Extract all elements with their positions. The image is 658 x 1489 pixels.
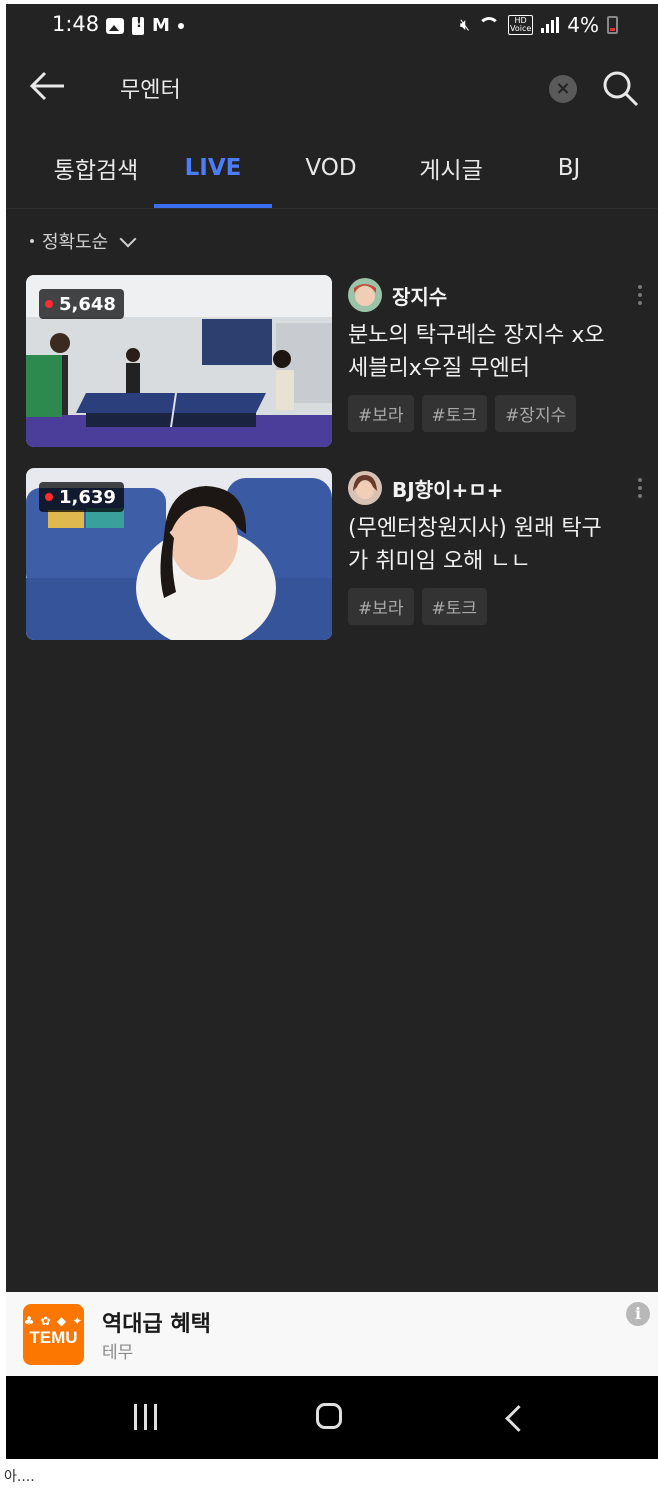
stream-title[interactable]: (무엔터창원지사) 원래 탁구가 취미임 오해 ㄴㄴ	[348, 512, 618, 578]
battery-icon	[607, 16, 618, 34]
tag-chip[interactable]: #토크	[421, 395, 488, 432]
wifi-icon	[477, 17, 500, 33]
mute-icon: 🔇︎	[459, 15, 470, 34]
search-tabs: 통합검색 LIVE VOD 게시글 BJ	[6, 128, 658, 208]
more-notifications-icon	[177, 22, 184, 29]
ad-logo-text: TEMU	[29, 1328, 78, 1347]
stream-item[interactable]: 1,639 BJ향이+ㅁ+ (무엔터창원지사) 원래 탁구가 취미임 오해 ㄴㄴ…	[26, 468, 642, 640]
search-bar: 무엔터 ×	[6, 46, 658, 128]
tag-list: #보라 #토크	[348, 588, 618, 625]
tag-list: #보라 #토크 #장지수	[348, 395, 618, 432]
viewer-count: 5,648	[59, 293, 116, 315]
stream-info: BJ향이+ㅁ+ (무엔터창원지사) 원래 탁구가 취미임 오해 ㄴㄴ #보라 #…	[348, 468, 618, 625]
stream-item[interactable]: 5,648 장지수 분노의 탁구레슨 장지수 x오세블리x우질 무엔터 #보라 …	[26, 275, 642, 447]
chevron-down-icon	[119, 230, 137, 247]
back-arrow-icon[interactable]	[26, 64, 70, 108]
bullet-icon	[30, 239, 34, 243]
status-time: 1:48	[52, 12, 100, 36]
stream-thumbnail[interactable]: 5,648	[26, 275, 332, 447]
clear-search-icon[interactable]: ×	[549, 75, 577, 103]
more-options-icon[interactable]	[638, 285, 644, 305]
tag-chip[interactable]: #보라	[348, 395, 414, 432]
tag-chip[interactable]: #토크	[421, 588, 488, 625]
notification-icons: M	[106, 15, 184, 36]
stream-title[interactable]: 분노의 탁구레슨 장지수 x오세블리x우질 무엔터	[348, 319, 618, 385]
gallery-icon	[106, 17, 124, 34]
streamer-name: 장지수	[392, 284, 448, 309]
status-bar: 1:48 M 🔇︎ HDVoice 4%	[6, 4, 658, 46]
sort-label: 정확도순	[42, 232, 109, 253]
tag-chip[interactable]: #보라	[348, 588, 414, 625]
stream-thumbnail[interactable]: 1,639	[26, 468, 332, 640]
streamer[interactable]: BJ향이+ㅁ+	[348, 468, 618, 508]
more-options-icon[interactable]	[638, 478, 644, 498]
live-dot-icon	[45, 493, 53, 501]
tag-chip[interactable]: #장지수	[495, 395, 577, 432]
tab-vod[interactable]: VOD	[276, 128, 386, 208]
streamer-name: BJ향이+ㅁ+	[392, 477, 504, 502]
gmail-icon: M	[152, 15, 170, 36]
app-screen: 1:48 M 🔇︎ HDVoice 4% 무엔터 ×	[6, 4, 658, 1459]
streamer[interactable]: 장지수	[348, 275, 618, 315]
hd-voice-icon: HD Voice	[507, 15, 534, 35]
ad-advertiser: 테무	[102, 1343, 134, 1363]
avatar[interactable]	[348, 471, 382, 505]
back-nav-icon[interactable]	[505, 1405, 532, 1432]
battery-percent: 4%	[567, 13, 599, 37]
temu-logo[interactable]: ♣ ✿ ◆ ✦ TEMU	[23, 1304, 84, 1365]
stream-info: 장지수 분노의 탁구레슨 장지수 x오세블리x우질 무엔터 #보라 #토크 #장…	[348, 275, 618, 432]
search-icon[interactable]	[600, 68, 640, 108]
post-caption: 아....	[4, 1469, 35, 1485]
ad-banner[interactable]: ♣ ✿ ◆ ✦ TEMU 역대급 혜택 테무 i	[6, 1292, 658, 1376]
search-input[interactable]: 무엔터	[120, 72, 181, 104]
divider	[6, 208, 658, 209]
live-dot-icon	[45, 300, 53, 308]
info-icon[interactable]: i	[626, 1302, 650, 1326]
signal-icon	[541, 17, 560, 33]
system-nav-bar	[6, 1376, 658, 1459]
tab-integrated[interactable]: 통합검색	[36, 128, 156, 208]
system-icons: 🔇︎ HD Voice 4%	[460, 13, 618, 37]
tab-posts[interactable]: 게시글	[396, 128, 506, 208]
home-icon[interactable]	[316, 1403, 342, 1429]
viewer-count: 1,639	[59, 486, 116, 508]
alert-icon	[132, 16, 144, 35]
sort-dropdown[interactable]: 정확도순	[30, 228, 137, 254]
viewer-count-badge: 1,639	[39, 482, 124, 512]
ad-title[interactable]: 역대급 혜택	[102, 1306, 211, 1338]
recent-apps-icon[interactable]	[134, 1404, 157, 1430]
tab-bj[interactable]: BJ	[514, 128, 624, 208]
avatar[interactable]	[348, 278, 382, 312]
viewer-count-badge: 5,648	[39, 289, 124, 319]
tab-live[interactable]: LIVE	[154, 128, 272, 208]
